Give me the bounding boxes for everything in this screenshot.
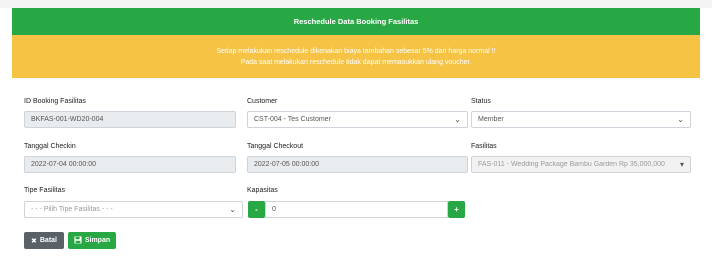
id-booking-field: BKFAS-001-WD20-004 (24, 111, 236, 128)
tipe-fasilitas-placeholder: - - - Pilih Tipe Fasilitas - - - (31, 206, 113, 213)
plus-icon: + (454, 205, 459, 214)
kapasitas-label: Kapasitas (247, 187, 278, 194)
kapasitas-input[interactable]: 0 (265, 201, 448, 218)
warning-alert: Setiap melakukan reschedule dikenakan bi… (12, 35, 700, 78)
checkin-field[interactable]: 2022-07-04 00:00:00 (24, 156, 236, 173)
checkout-value: 2022-07-05 00:00:00 (254, 161, 319, 168)
checkout-field[interactable]: 2022-07-05 00:00:00 (247, 156, 468, 173)
fasilitas-select[interactable]: FAS-011 - Wedding Package Bambu Garden R… (471, 156, 691, 173)
modal-header: Reschedule Data Booking Fasilitas (12, 8, 700, 35)
status-value: Member (478, 116, 504, 123)
minus-icon: - (255, 205, 258, 214)
warning-line-1: Setiap melakukan reschedule dikenakan bi… (216, 47, 496, 55)
status-label: Status (471, 98, 491, 105)
tipe-fasilitas-select[interactable]: - - - Pilih Tipe Fasilitas - - - ⌄ (24, 201, 243, 218)
id-booking-value: BKFAS-001-WD20-004 (31, 116, 104, 123)
save-button[interactable]: Simpan (68, 232, 116, 249)
tipe-fasilitas-label: Tipe Fasilitas (24, 187, 65, 194)
chevron-down-icon: ⌄ (454, 115, 461, 124)
cancel-button[interactable]: ✖ Batal (24, 232, 64, 249)
checkin-value: 2022-07-04 00:00:00 (31, 161, 96, 168)
checkout-label: Tanggal Checkout (247, 143, 304, 150)
warning-line-2: Pada saat melakukan reschedule tidak dap… (240, 58, 472, 66)
cancel-button-label: Batal (39, 237, 57, 244)
chevron-down-icon: ⌄ (677, 115, 684, 124)
customer-select[interactable]: CST-004 - Tes Customer ⌄ (247, 111, 468, 128)
save-icon (74, 235, 82, 246)
kapasitas-minus-button[interactable]: - (248, 201, 265, 218)
kapasitas-value: 0 (272, 206, 276, 213)
kapasitas-plus-button[interactable]: + (448, 201, 465, 218)
chevron-down-icon: ▾ (679, 160, 684, 169)
chevron-down-icon: ⌄ (229, 205, 236, 214)
customer-label: Customer (247, 98, 278, 105)
save-button-label: Simpan (84, 237, 111, 244)
fasilitas-label: Fasilitas (471, 143, 497, 150)
fasilitas-value: FAS-011 - Wedding Package Bambu Garden R… (478, 161, 665, 168)
customer-value: CST-004 - Tes Customer (254, 116, 331, 123)
page-top-strip (0, 0, 712, 8)
checkin-label: Tanggal Checkin (24, 143, 76, 150)
times-icon: ✖ (31, 237, 37, 245)
id-booking-label: ID Booking Fasilitas (24, 98, 86, 105)
modal-title: Reschedule Data Booking Fasilitas (293, 17, 419, 26)
status-select[interactable]: Member ⌄ (471, 111, 691, 128)
